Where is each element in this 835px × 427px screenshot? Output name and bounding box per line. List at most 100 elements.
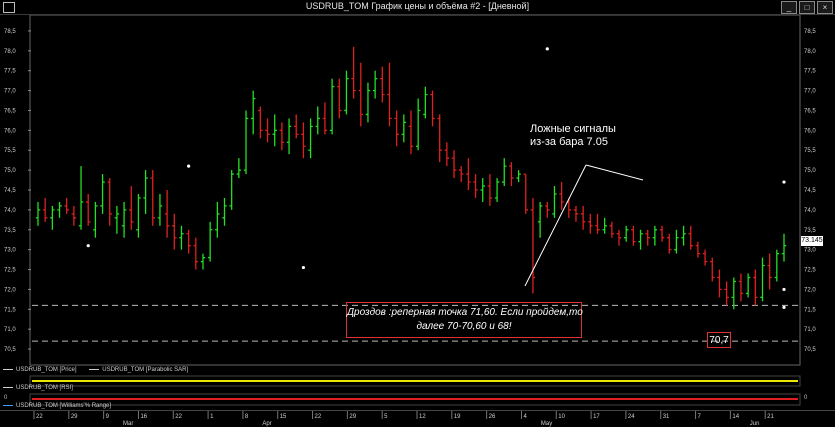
ohlc-bar [631,225,636,246]
y-tick-label-right: 71,0 [804,327,816,333]
ohlc-bar [308,118,313,159]
ohlc-bar [401,114,407,143]
y-tick-label-right: 78,0 [804,49,816,55]
ohlc-bar [688,225,693,250]
ohlc-bar [480,178,485,202]
price-legend: USDRUB_TOM [Price] USDRUB_TOM [Parabolic… [0,367,196,373]
ohlc-bar [645,229,650,246]
ohlc-bar [394,110,399,147]
ohlc-bar [588,213,593,234]
window-buttons: _ □ × [781,1,833,14]
ohlc-bar [143,170,148,214]
rsi-legend: USDRUB_TOM [RSI] [0,385,73,391]
y-tick-label-left: 72,0 [4,287,16,293]
y-tick-label-left: 72,5 [4,268,16,274]
ohlc-bar [595,213,600,234]
ohlc-bar [667,233,672,254]
ohlc-bar [365,82,371,123]
y-tick-label-right: 76,5 [804,108,816,114]
month-label: Jun [750,421,760,427]
x-tick-label: 12 [419,414,426,420]
y-tick-label-right: 74,0 [804,208,816,214]
ohlc-bars [35,46,787,310]
x-tick-label: 4 [523,414,527,420]
ohlc-bar [229,170,234,210]
ohlc-bar [573,205,579,222]
ohlc-bar [294,114,299,139]
minimize-button[interactable]: _ [781,1,797,14]
y-tick-label-right: 73,5 [804,228,816,234]
y-tick-label-left: 73,5 [4,228,16,234]
ohlc-bar [86,193,91,226]
x-tick-label: 8 [245,414,249,420]
close-button[interactable]: × [817,1,833,14]
ohlc-bar [265,118,270,143]
ohlc-bar [207,221,213,262]
ohlc-bar [652,225,658,246]
ohlc-bar [731,277,736,310]
williams-top-label-right: 0 [804,395,808,401]
month-label: Mar [123,421,133,427]
y-tick-label-left: 77,5 [4,69,16,75]
false-signals-annotation: Ложные сигналы из-за бара 7.05 [530,123,616,148]
ohlc-bar [358,62,363,127]
ohlc-bar [738,273,744,302]
ohlc-bar [415,98,421,151]
ohlc-bar [423,86,428,119]
ohlc-bar [380,66,385,103]
annotation-line-1 [524,164,587,287]
y-tick-label-left: 71,0 [4,327,16,333]
ohlc-bar [408,110,414,155]
ohlc-bar [344,70,349,115]
x-tick-label: 9 [106,414,110,420]
sar-point [187,164,191,168]
date-axis: 22 29 9 16 22 1 8 15 22 29 5 12 19 26 4 10 17 24 31 7 14 21 Ma… [0,410,835,427]
ohlc-bar [57,201,62,218]
ohlc-bar [279,122,285,151]
ohlc-bar [337,78,342,119]
price-legend-label: USDRUB_TOM [Price] [16,367,77,373]
ohlc-bar [114,205,120,234]
williams-top-label: 0 [4,395,8,401]
ohlc-bar [78,166,84,230]
x-tick-label: 26 [489,414,496,420]
y-tick-label-left: 75,5 [4,148,16,154]
x-tick-label: 14 [732,414,739,420]
price-legend-swatch [3,368,13,370]
sar-point [545,47,549,51]
last-price-tag: 73.145 [801,236,823,246]
y-tick-label-right: 74,5 [804,188,816,194]
maximize-button[interactable]: □ [799,1,815,14]
ohlc-bar [760,257,765,302]
ohlc-bar [545,201,550,218]
ohlc-bar [502,158,507,187]
ohlc-bar [724,281,729,306]
y-tick-label-right: 76,0 [804,128,816,134]
rsi-pane[interactable] [0,375,835,387]
ohlc-bar [172,213,177,250]
ohlc-bar [509,162,514,187]
x-tick-label: 22 [315,414,322,420]
window-titlebar: USDRUB_TOM График цены и объёма #2 - [Дн… [0,0,835,15]
x-tick-label: 21 [767,414,774,420]
sar-legend-swatch [89,368,100,370]
ohlc-bar [93,201,98,238]
williams-pane[interactable]: 0 0 [0,393,835,407]
ohlc-bar [71,205,77,226]
ohlc-bar [322,102,328,135]
ohlc-bar [250,90,256,135]
ohlc-bar [164,190,170,238]
ohlc-bar [157,193,163,226]
ohlc-bar [236,158,242,179]
ohlc-bar [609,221,615,238]
ohlc-bar [781,233,787,262]
ohlc-bar [767,253,772,290]
ohlc-bar [753,269,758,306]
y-tick-label-left: 73,0 [4,248,16,254]
x-tick-label: 22 [175,414,182,420]
x-tick-label: 7 [698,414,702,420]
y-tick-label-left: 78,5 [4,29,16,35]
ohlc-bar [150,170,155,226]
williams-legend: USDRUB_TOM [Williams'% Range] [0,403,111,409]
y-tick-label-right: 70,5 [804,347,816,353]
